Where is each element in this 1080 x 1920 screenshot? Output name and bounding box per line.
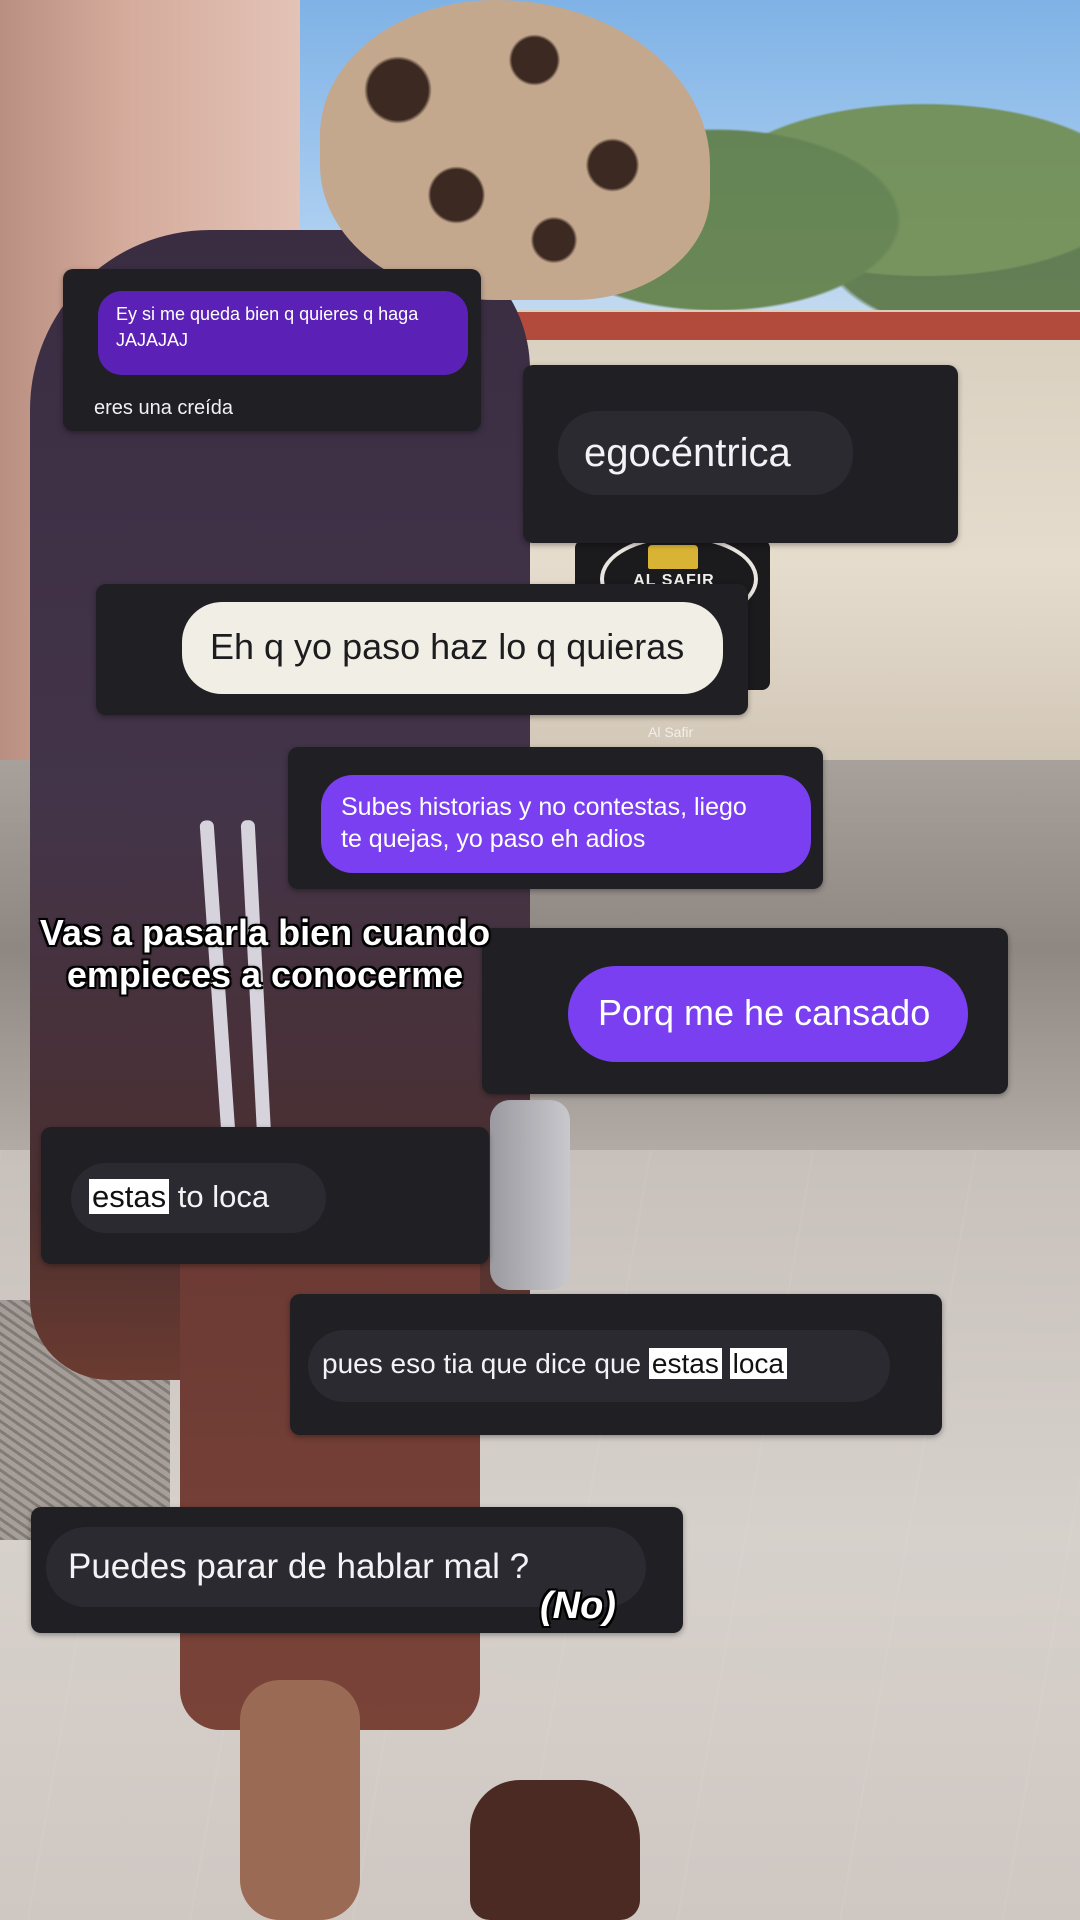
highlighted-word: estas [89,1179,170,1214]
message-text [722,1348,730,1379]
message-text: Eh q yo paso haz lo q quieras [210,626,685,667]
chat-card-4: Subes historias y no contestas, liego te… [288,747,823,889]
message-text: Porq me he cansado [598,992,931,1033]
message-text: to loca [169,1179,270,1214]
message-text: egocéntrica [584,431,791,475]
message-bubble: Ey si me queda bien q quieres q haga JAJ… [98,291,468,375]
message-bubble: estas to loca [71,1163,326,1233]
highlighted-word: loca [729,1348,788,1379]
message-text: eres una creída [94,397,233,419]
message-bubble: Subes historias y no contestas, liego te… [321,775,811,873]
chat-card-6: estas to loca [41,1127,489,1264]
boot [470,1780,640,1920]
crown-icon [648,545,698,569]
message-bubble: pues eso tia que dice que estas loca [308,1330,890,1402]
message-bubble: egocéntrica [558,411,853,495]
person-leg [240,1680,360,1920]
message-bubble: Porq me he cansado [568,966,968,1062]
chat-card-5: Porq me he cansado [482,928,1008,1094]
message-text: Puedes parar de hablar mal ? [68,1547,530,1586]
chat-card-1: Ey si me queda bien q quieres q haga JAJ… [63,269,481,431]
message-text: pues eso tia que dice que [322,1348,649,1379]
chat-card-2: egocéntrica [523,365,958,543]
chat-card-7: pues eso tia que dice que estas loca [290,1294,942,1435]
overlay-no: (No) [540,1585,616,1627]
message-bubble: eres una creída [78,387,278,431]
message-bubble: Eh q yo paso haz lo q quieras [182,602,723,694]
overlay-caption: Vas a pasarla bien cuando empieces a con… [39,912,491,995]
chat-card-3: Eh q yo paso haz lo q quieras [96,584,748,715]
wall-top [480,312,1080,340]
highlighted-word: estas [648,1348,722,1379]
logo-caption: Al Safir [648,724,694,740]
bag [490,1100,570,1290]
